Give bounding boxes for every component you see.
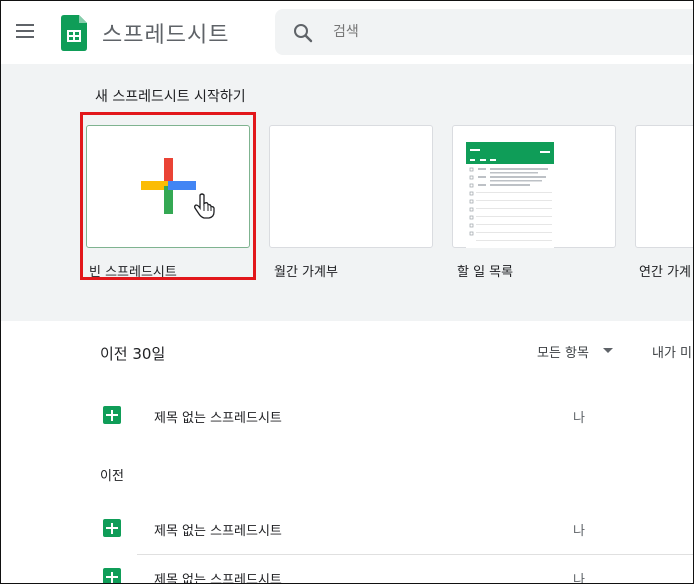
owner-column-header[interactable]: 내가 미 <box>652 342 692 361</box>
dropdown-arrow-icon[interactable] <box>603 348 613 353</box>
row-divider <box>137 554 693 555</box>
file-owner: 나 <box>573 573 585 584</box>
gallery-title: 새 스프레드시트 시작하기 <box>95 89 246 105</box>
file-name[interactable]: 제목 없는 스프레드시트 <box>154 520 282 539</box>
file-row[interactable]: 제목 없는 스프레드시트 나 <box>89 509 693 549</box>
hamburger-menu-icon[interactable] <box>16 24 34 38</box>
file-name[interactable]: 제목 없는 스프레드시트 <box>154 407 282 426</box>
search-input[interactable] <box>331 23 635 41</box>
template-monthly-budget[interactable] <box>269 125 433 248</box>
template-label[interactable]: 월간 가계부 <box>274 261 338 280</box>
template-label[interactable]: 연간 가계 <box>639 261 691 280</box>
sheets-file-icon <box>103 568 121 583</box>
todo-thumbnail <box>466 142 554 248</box>
highlight-box <box>80 112 256 280</box>
recent-section-title: 이전 30일 <box>100 345 166 363</box>
section-label: 이전 <box>100 469 124 484</box>
app-title[interactable]: 스프레드시트 <box>102 17 229 49</box>
sheets-file-icon <box>103 406 121 424</box>
owner-filter-dropdown[interactable]: 모든 항목 <box>537 342 589 361</box>
template-todo-list[interactable] <box>452 125 616 248</box>
file-row[interactable]: 제목 없는 스프레드시트 나 <box>89 558 693 584</box>
search-icon[interactable] <box>293 23 313 43</box>
template-annual-budget[interactable] <box>635 125 693 248</box>
file-name[interactable]: 제목 없는 스프레드시트 <box>154 569 282 583</box>
file-owner: 나 <box>573 411 585 426</box>
template-label[interactable]: 할 일 목록 <box>457 261 513 280</box>
top-bar: 스프레드시트 <box>1 1 693 63</box>
app-window: 스프레드시트 새 스프레드시트 시작하기 <box>0 0 694 584</box>
sheets-file-icon <box>103 519 121 537</box>
template-gallery: 새 스프레드시트 시작하기 빈 스프레드시트 월간 가계부 할 일 목록 연간 … <box>1 64 693 321</box>
file-owner: 나 <box>573 524 585 539</box>
file-row[interactable]: 제목 없는 스프레드시트 나 <box>89 396 693 436</box>
sheets-logo-icon[interactable] <box>61 15 87 51</box>
search-bar[interactable] <box>275 9 693 55</box>
